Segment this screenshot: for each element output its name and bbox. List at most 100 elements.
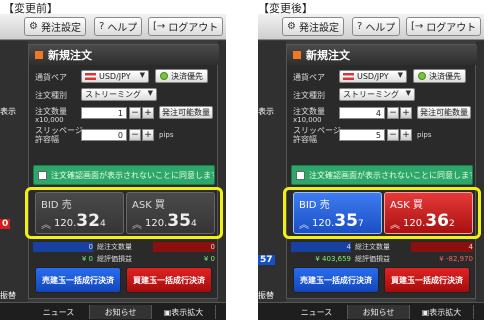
background-left	[0, 41, 28, 320]
double-chevron-up-icon: ︽	[390, 220, 400, 231]
expand-icon: ▣	[421, 307, 430, 317]
buy-settle-all-button[interactable]: 買建玉一括成行決済	[384, 267, 470, 293]
slippage-label-2: 許容幅	[35, 135, 59, 144]
total-qty-row: 0 総注文数量 0	[33, 242, 215, 252]
slippage-minus-button[interactable]: −	[387, 129, 399, 141]
logout-button[interactable]: [→ ログアウト	[406, 17, 482, 36]
tab-notices[interactable]: お知らせ	[90, 305, 152, 319]
side-price-badge: 57	[258, 255, 275, 265]
dialog-title: 新規注文	[29, 45, 219, 65]
order-type-select[interactable]: ストリーミング ▼	[339, 88, 415, 101]
dialog-title: 新規注文	[287, 45, 477, 65]
sell-settle-all-button[interactable]: 売建玉一括成行決済	[35, 267, 121, 293]
expand-icon: ▣	[163, 307, 172, 317]
qty-plus-button[interactable]: +	[400, 107, 412, 119]
orderable-qty-button[interactable]: 発注可能数量	[417, 106, 471, 119]
ask-price: 120.354	[145, 211, 197, 231]
slippage-plus-button[interactable]: +	[400, 129, 412, 141]
chevron-down-icon: ▼	[139, 71, 145, 79]
type-label: 注文種別	[35, 91, 67, 100]
sell-total-qty: 0	[33, 242, 93, 252]
comparison-stage: 【変更前】 【変更後】 ⚙ 発注設定 ? ヘルプ [→ ログアウト 表示 0 振替 新…	[0, 0, 490, 320]
tab-news[interactable]: ニュース	[28, 305, 90, 319]
tab-zoom[interactable]: ▣ 表示拡大	[410, 305, 474, 319]
background-right	[218, 41, 226, 320]
checkbox-icon	[296, 170, 305, 180]
slippage-input[interactable]: 0	[81, 129, 127, 141]
buy-total-pl: ¥ -82,970	[439, 255, 473, 263]
bottom-bar: ニュース お知らせ ▣ 表示拡大	[0, 302, 226, 320]
logout-icon: [→	[411, 21, 424, 32]
double-chevron-up-icon: ︽	[299, 220, 309, 231]
total-qty-label: 総注文数量	[97, 243, 132, 251]
pair-select[interactable]: USD/JPY ▼	[339, 70, 407, 83]
radio-icon	[160, 72, 168, 80]
side-transfer-label: 振替	[0, 291, 16, 300]
total-qty-label: 総注文数量	[355, 243, 390, 251]
slippage-plus-button[interactable]: +	[142, 129, 154, 141]
slippage-minus-button[interactable]: −	[129, 129, 141, 141]
total-qty-row: 4 総注文数量 4	[291, 242, 473, 252]
settle-priority-option[interactable]: 決済優先	[155, 69, 208, 83]
qty-unit: x10,000	[35, 116, 64, 124]
toolbar: ⚙ 発注設定 ? ヘルプ [→ ログアウト	[0, 14, 226, 40]
pair-label: 通貨ペア	[293, 73, 325, 82]
tab-notices[interactable]: お知らせ	[348, 305, 410, 319]
gear-icon: ⚙	[29, 21, 38, 32]
help-button[interactable]: ? ヘルプ	[94, 17, 143, 36]
panel-before: ⚙ 発注設定 ? ヘルプ [→ ログアウト 表示 0 振替 新規注文 通貨ペア USD…	[0, 14, 226, 320]
pips-unit: pips	[159, 131, 174, 139]
chevron-down-icon: ▼	[405, 89, 411, 97]
qty-input[interactable]: 1	[81, 107, 127, 119]
buy-total-qty: 4	[411, 242, 473, 252]
settle-priority-option[interactable]: 決済優先	[413, 69, 466, 83]
panel-after: ⚙ 発注設定 ? ヘルプ [→ ログアウト 表示 57 振替 新規注文 通貨ペア US…	[258, 14, 484, 320]
sell-total-pl: ¥ 0	[81, 255, 93, 263]
qty-unit: x10,000	[293, 116, 322, 124]
us-flag-icon	[343, 73, 354, 80]
total-pl-row: ¥ 403,659 総評価損益 ¥ -82,970	[291, 254, 473, 264]
double-chevron-up-icon: ︽	[41, 220, 51, 231]
bid-sell-button[interactable]: BID 売 ︽ 120.357	[293, 192, 382, 234]
pair-select[interactable]: USD/JPY ▼	[81, 70, 149, 83]
confirm-skip-checkbox[interactable]: 注文確認画面が表示されないことに同意します。	[291, 165, 473, 185]
order-settings-button[interactable]: ⚙ 発注設定	[282, 17, 344, 36]
orderable-qty-button[interactable]: 発注可能数量	[159, 106, 213, 119]
bid-label: BID 売	[41, 200, 72, 211]
side-price-badge: 0	[0, 219, 11, 229]
buy-total-pl: ¥ 0	[203, 255, 215, 263]
side-transfer-label: 振替	[258, 291, 274, 300]
double-chevron-up-icon: ︽	[132, 220, 142, 231]
tab-news[interactable]: ニュース	[286, 305, 348, 319]
slippage-input[interactable]: 5	[339, 129, 385, 141]
question-icon: ?	[357, 21, 363, 32]
sell-total-pl: ¥ 403,659	[315, 255, 351, 263]
order-settings-button[interactable]: ⚙ 発注設定	[24, 17, 86, 36]
buy-settle-all-button[interactable]: 買建玉一括成行決済	[126, 267, 212, 293]
sell-total-qty: 4	[291, 242, 351, 252]
bid-price: 120.324	[54, 211, 106, 231]
total-pl-label: 総評価損益	[355, 255, 390, 263]
tab-zoom[interactable]: ▣ 表示拡大	[152, 305, 216, 319]
qty-input[interactable]: 4	[339, 107, 385, 119]
background-right	[476, 41, 484, 320]
total-pl-label: 総評価損益	[97, 255, 132, 263]
sell-settle-all-button[interactable]: 売建玉一括成行決済	[293, 267, 379, 293]
order-type-select[interactable]: ストリーミング ▼	[81, 88, 157, 101]
ask-buy-button[interactable]: ASK 買 ︽ 120.354	[126, 192, 215, 234]
bid-price: 120.357	[312, 211, 364, 231]
ask-buy-button[interactable]: ASK 買 ︽ 120.362	[384, 192, 473, 234]
us-flag-icon	[85, 73, 96, 80]
chevron-down-icon: ▼	[147, 89, 153, 97]
help-button[interactable]: ? ヘルプ	[352, 17, 401, 36]
chevron-down-icon: ▼	[397, 71, 403, 79]
logout-button[interactable]: [→ ログアウト	[148, 17, 224, 36]
new-order-dialog: 新規注文 通貨ペア USD/JPY ▼ 決済優先 注文種別 ストリーミング ▼ 注文…	[25, 44, 223, 299]
logout-icon: [→	[153, 21, 166, 32]
qty-minus-button[interactable]: −	[387, 107, 399, 119]
confirm-skip-checkbox[interactable]: 注文確認画面が表示されないことに同意します。	[33, 165, 215, 185]
qty-plus-button[interactable]: +	[142, 107, 154, 119]
bid-sell-button[interactable]: BID 売 ︽ 120.324	[35, 192, 124, 234]
toolbar: ⚙ 発注設定 ? ヘルプ [→ ログアウト	[258, 14, 484, 40]
qty-minus-button[interactable]: −	[129, 107, 141, 119]
